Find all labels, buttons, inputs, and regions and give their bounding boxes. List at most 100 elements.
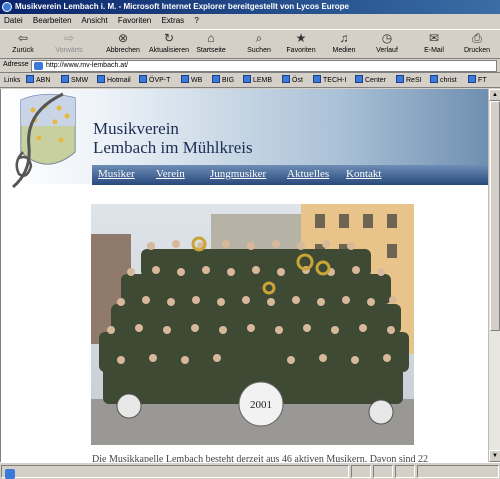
menu-file[interactable]: Datei	[4, 16, 23, 25]
address-bar: Adresse http://www.mv-lembach.at/	[0, 60, 500, 73]
refresh-button[interactable]: ↻ Aktualisieren	[146, 31, 192, 55]
link-item[interactable]: Center	[355, 74, 386, 87]
club-logo	[12, 92, 76, 189]
link-page-icon	[396, 75, 404, 83]
home-label: Startseite	[196, 47, 226, 54]
scroll-up-arrow-icon[interactable]: ▲	[489, 89, 500, 101]
mail-label: E-Mail	[424, 47, 444, 54]
link-page-icon	[181, 75, 189, 83]
links-label: Links	[4, 77, 21, 84]
history-icon: ◷	[381, 31, 393, 45]
link-page-icon	[212, 75, 220, 83]
link-page-icon	[430, 75, 438, 83]
address-url: http://www.mv-lembach.at/	[46, 62, 129, 69]
menu-edit[interactable]: Bearbeiten	[33, 16, 72, 25]
ie-logo-icon	[2, 2, 12, 12]
page-viewport: Musikverein Lembach im Mühlkreis Musiker…	[0, 89, 488, 462]
vertical-scrollbar[interactable]: ▲ ▼	[488, 89, 500, 462]
home-button[interactable]: ⌂ Startseite	[190, 31, 232, 55]
history-button[interactable]: ◷ Verlauf	[366, 31, 408, 55]
refresh-icon: ↻	[163, 31, 175, 45]
forward-arrow-icon: ⇨	[63, 31, 75, 45]
stop-label: Abbrechen	[106, 47, 140, 54]
status-text-cell	[1, 465, 349, 479]
window-title: Musikverein Lembach i. M. - Microsoft In…	[15, 2, 349, 11]
toolbar: ⇦ Zurück ⇨ Vorwärts ⊗ Abbrechen ↻ Aktualisie…	[0, 29, 500, 59]
link-page-icon	[97, 75, 105, 83]
link-item[interactable]: ÖVP-T	[139, 74, 170, 87]
site-nav: Musiker Verein Jungmusiker Aktuelles Kon…	[92, 165, 488, 185]
site-title-line1: Musikverein	[93, 119, 179, 138]
link-item[interactable]: LEMB	[243, 74, 272, 87]
link-item[interactable]: christ	[430, 74, 457, 87]
link-page-icon	[282, 75, 290, 83]
address-label: Adresse	[3, 61, 29, 68]
scroll-down-arrow-icon[interactable]: ▼	[489, 450, 500, 462]
back-label: Zurück	[12, 47, 34, 54]
link-page-icon	[243, 75, 251, 83]
nav-aktuelles[interactable]: Aktuelles	[287, 168, 329, 180]
history-label: Verlauf	[376, 47, 398, 54]
nav-kontakt[interactable]: Kontakt	[346, 168, 381, 180]
window-titlebar: Musikverein Lembach i. M. - Microsoft In…	[0, 0, 500, 14]
page-icon	[34, 62, 43, 70]
status-bar	[0, 462, 500, 479]
menu-help[interactable]: ?	[194, 16, 198, 25]
mail-icon: ✉	[428, 31, 440, 45]
favorites-icon: ★	[295, 31, 307, 45]
home-icon: ⌂	[207, 31, 215, 45]
menu-bar: Datei Bearbeiten Ansicht Favoriten Extra…	[0, 14, 500, 28]
refresh-label: Aktualisieren	[148, 47, 190, 54]
print-button[interactable]: ⎙ Drucken	[456, 31, 498, 55]
link-item[interactable]: ReSI	[396, 74, 422, 87]
print-label: Drucken	[463, 47, 491, 54]
site-title-line2: Lembach im Mühlkreis	[93, 138, 253, 157]
forward-label: Vorwärts	[55, 47, 83, 54]
link-page-icon	[313, 75, 321, 83]
link-page-icon	[61, 75, 69, 83]
status-zone-cell	[417, 465, 499, 478]
menu-favorites[interactable]: Favoriten	[118, 16, 151, 25]
link-item[interactable]: BIG	[212, 74, 234, 87]
link-page-icon	[468, 75, 476, 83]
drum-label: 2001	[250, 399, 272, 411]
search-label: Suchen	[247, 47, 271, 54]
link-page-icon	[355, 75, 363, 83]
site-title: Musikverein Lembach im Mühlkreis	[93, 119, 253, 157]
back-arrow-icon: ⇦	[17, 31, 29, 45]
link-item[interactable]: FT	[468, 74, 487, 87]
favorites-button[interactable]: ★ Favoriten	[280, 31, 322, 55]
status-cell	[395, 465, 415, 478]
page-status-icon	[5, 469, 15, 479]
media-icon: ♫	[339, 31, 349, 45]
stop-icon: ⊗	[117, 31, 129, 45]
link-item[interactable]: Hotmail	[97, 74, 131, 87]
nav-musiker[interactable]: Musiker	[98, 168, 135, 180]
favorites-label: Favoriten	[286, 47, 316, 54]
printer-icon: ⎙	[472, 31, 482, 45]
menu-view[interactable]: Ansicht	[81, 16, 107, 25]
nav-verein[interactable]: Verein	[156, 168, 185, 180]
search-icon: ⌕	[255, 31, 263, 45]
link-item[interactable]: Öst	[282, 74, 303, 87]
back-button[interactable]: ⇦ Zurück	[2, 31, 44, 55]
band-group-photo: 2001	[91, 204, 414, 445]
menu-tools[interactable]: Extras	[161, 16, 184, 25]
intro-text: Die Musikkapelle Lembach besteht derzeit…	[92, 454, 429, 462]
forward-button[interactable]: ⇨ Vorwärts	[48, 31, 90, 55]
status-cell	[351, 465, 371, 478]
mail-button[interactable]: ✉ E-Mail	[413, 31, 455, 55]
link-item[interactable]: TECH-I	[313, 74, 346, 87]
media-button[interactable]: ♫ Medien	[323, 31, 365, 55]
link-page-icon	[139, 75, 147, 83]
link-item[interactable]: SMW	[61, 74, 88, 87]
nav-jungmusiker[interactable]: Jungmusiker	[210, 168, 266, 180]
link-item[interactable]: WB	[181, 74, 202, 87]
scrollbar-thumb[interactable]	[490, 101, 500, 331]
link-item[interactable]: ABN	[26, 74, 50, 87]
status-cell	[373, 465, 393, 478]
link-page-icon	[26, 75, 34, 83]
address-input[interactable]: http://www.mv-lembach.at/	[31, 60, 497, 72]
search-button[interactable]: ⌕ Suchen	[238, 31, 280, 55]
stop-button[interactable]: ⊗ Abbrechen	[102, 31, 144, 55]
